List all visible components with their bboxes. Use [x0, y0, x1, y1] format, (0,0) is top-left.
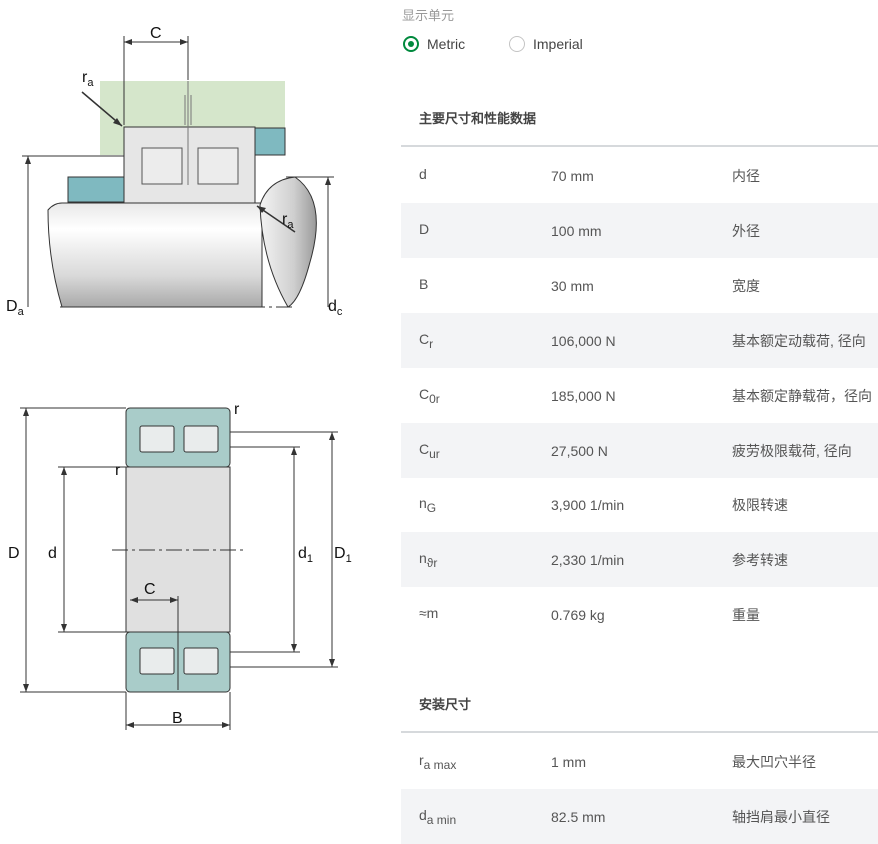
table-row: D 100 mm 外径: [401, 203, 878, 258]
parameter-description: 参考转速: [732, 551, 788, 568]
parameter-value: 70 mm: [551, 167, 594, 184]
parameter-symbol: B: [419, 275, 429, 292]
parameter-symbol: d: [419, 165, 427, 182]
parameter-symbol: nG: [419, 494, 437, 515]
parameter-value: 0.769 kg: [551, 606, 605, 623]
parameter-description: 重量: [732, 606, 760, 623]
units-caption: 显示单元: [402, 8, 455, 23]
imperial-label: Imperial: [533, 36, 583, 52]
parameter-symbol: ra max: [419, 751, 457, 772]
parameter-value: 1 mm: [551, 753, 586, 770]
imperial-radio-option[interactable]: Imperial: [509, 36, 583, 52]
table-row: ra max 1 mm 最大凹穴半径: [401, 734, 878, 789]
parameter-description: 疲劳极限载荷, 径向: [732, 442, 852, 459]
dim-label-D1: D1: [334, 545, 352, 565]
parameter-value: 185,000 N: [551, 387, 616, 404]
dim-label-d: d: [48, 545, 57, 562]
imperial-radio[interactable]: [509, 36, 525, 52]
parameter-symbol: nϑr: [419, 549, 438, 570]
bearing-drawings: C ra ra Da dc r r D d d1 D1 C B: [0, 0, 390, 826]
parameter-symbol: ≈m: [419, 604, 439, 621]
parameter-description: 最大凹穴半径: [732, 753, 816, 770]
table-row: ≈m 0.769 kg 重量: [401, 587, 878, 642]
dim-label-B: B: [172, 710, 183, 727]
parameter-value: 27,500 N: [551, 442, 608, 459]
parameter-value: 3,900 1/min: [551, 496, 625, 513]
main-dimensions-title: 主要尺寸和性能数据: [419, 111, 537, 126]
parameter-symbol: D: [419, 220, 430, 237]
parameter-description: 宽度: [732, 277, 760, 294]
section-divider: [401, 145, 878, 147]
cross-section-drawing: r r D d d1 D1 C B: [8, 401, 352, 730]
product-data-panel: 显示单元 Metric Imperial 主要尺寸和性能数据 d 70 mm 内…: [401, 0, 878, 844]
dim-label-Da: Da: [6, 298, 25, 318]
parameter-symbol: Cr: [419, 330, 434, 351]
mounting-drawing: C ra ra Da dc: [6, 25, 343, 318]
dim-label-r-inner: r: [115, 462, 121, 479]
parameter-description: 极限转速: [732, 496, 788, 513]
parameter-symbol: C0r: [419, 385, 440, 406]
parameter-value: 100 mm: [551, 222, 602, 239]
parameter-value: 2,330 1/min: [551, 551, 625, 568]
table-row: nG 3,900 1/min 极限转速: [401, 477, 878, 532]
parameter-description: 基本额定动载荷, 径向: [732, 332, 866, 349]
table-row: nϑr 2,330 1/min 参考转速: [401, 532, 878, 587]
metric-radio-option[interactable]: Metric: [403, 36, 465, 52]
dim-label-r-outer: r: [234, 401, 240, 418]
parameter-value: 82.5 mm: [551, 808, 606, 825]
table-row: C0r 185,000 N 基本额定静载荷，径向: [401, 368, 878, 423]
dim-label-C-top: C: [150, 25, 162, 42]
parameter-symbol: Cur: [419, 440, 440, 461]
table-row: B 30 mm 宽度: [401, 258, 878, 313]
dim-label-C-bottom: C: [144, 581, 156, 598]
metric-radio[interactable]: [403, 36, 419, 52]
parameter-description: 基本额定静载荷，径向: [732, 387, 872, 404]
table-row: d 70 mm 内径: [401, 148, 878, 203]
table-row: Cur 27,500 N 疲劳极限载荷, 径向: [401, 423, 878, 478]
mounting-dimensions-title: 安装尺寸: [419, 697, 472, 712]
parameter-description: 轴挡肩最小直径: [732, 808, 830, 825]
parameter-description: 外径: [732, 222, 760, 239]
dim-label-d1: d1: [298, 545, 313, 565]
metric-label: Metric: [427, 36, 466, 52]
table-row: da min 82.5 mm 轴挡肩最小直径: [401, 789, 878, 844]
dim-label-dc: dc: [328, 298, 343, 318]
dim-label-D: D: [8, 545, 20, 562]
table-row: Cr 106,000 N 基本额定动载荷, 径向: [401, 313, 878, 368]
dim-label-ra-top: ra: [82, 69, 94, 89]
parameter-symbol: da min: [419, 806, 457, 827]
section-divider: [401, 731, 878, 733]
bearing-drawing-svg: C ra ra Da dc r r D d d1 D1 C B: [6, 25, 352, 730]
parameter-value: 106,000 N: [551, 332, 616, 349]
parameter-value: 30 mm: [551, 277, 594, 294]
parameter-description: 内径: [732, 167, 760, 184]
